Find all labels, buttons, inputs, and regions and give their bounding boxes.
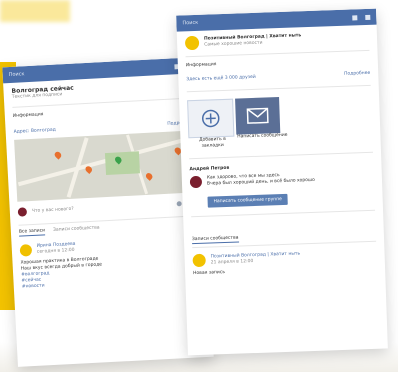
message-label: Написать сообщение (237, 132, 288, 140)
post-time: сегодня в 12:00 (36, 247, 75, 255)
tab-all-posts[interactable]: Все записи (18, 228, 46, 237)
info-label: Информация (185, 62, 217, 69)
map-pin-icon[interactable] (53, 150, 63, 160)
avatar (19, 244, 33, 257)
message-button[interactable] (235, 97, 281, 135)
map-view[interactable] (14, 130, 198, 202)
camera-icon[interactable] (176, 201, 182, 207)
search-field[interactable]: Поиск (9, 71, 25, 78)
add-bookmark-button[interactable] (187, 98, 235, 139)
address-link[interactable]: Адрес: Волгоград (14, 128, 56, 136)
avatar (17, 207, 28, 217)
map-pin-icon[interactable] (144, 171, 154, 181)
post-input[interactable]: Что у вас нового? (32, 206, 74, 214)
write-message-button[interactable]: Написать сообщение группе (207, 193, 289, 208)
community-avatar (192, 253, 206, 268)
yellow-highlight (0, 0, 70, 22)
envelope-icon (246, 107, 269, 124)
details-link[interactable]: Подробнее (344, 71, 370, 78)
community-avatar (184, 35, 200, 51)
info-label: Информация (12, 112, 44, 119)
tab-community-posts[interactable]: Записи сообщества (191, 235, 239, 245)
plus-icon (201, 109, 220, 128)
right-phone-screen: Поиск Позитивный Волгоград | Хватит ныть… (176, 8, 388, 356)
feed-post-text: Новая запись (193, 270, 226, 277)
search-field[interactable]: Поиск (182, 20, 198, 27)
add-bookmark-label: Добавить в закладки (199, 136, 226, 149)
music-icon[interactable] (365, 14, 371, 20)
bell-icon[interactable] (352, 14, 358, 20)
members-link[interactable]: Здесь есть ещё 3 000 друзей (186, 75, 256, 83)
tab-community-posts[interactable]: Записи сообщества (53, 225, 100, 234)
avatar (189, 175, 203, 189)
